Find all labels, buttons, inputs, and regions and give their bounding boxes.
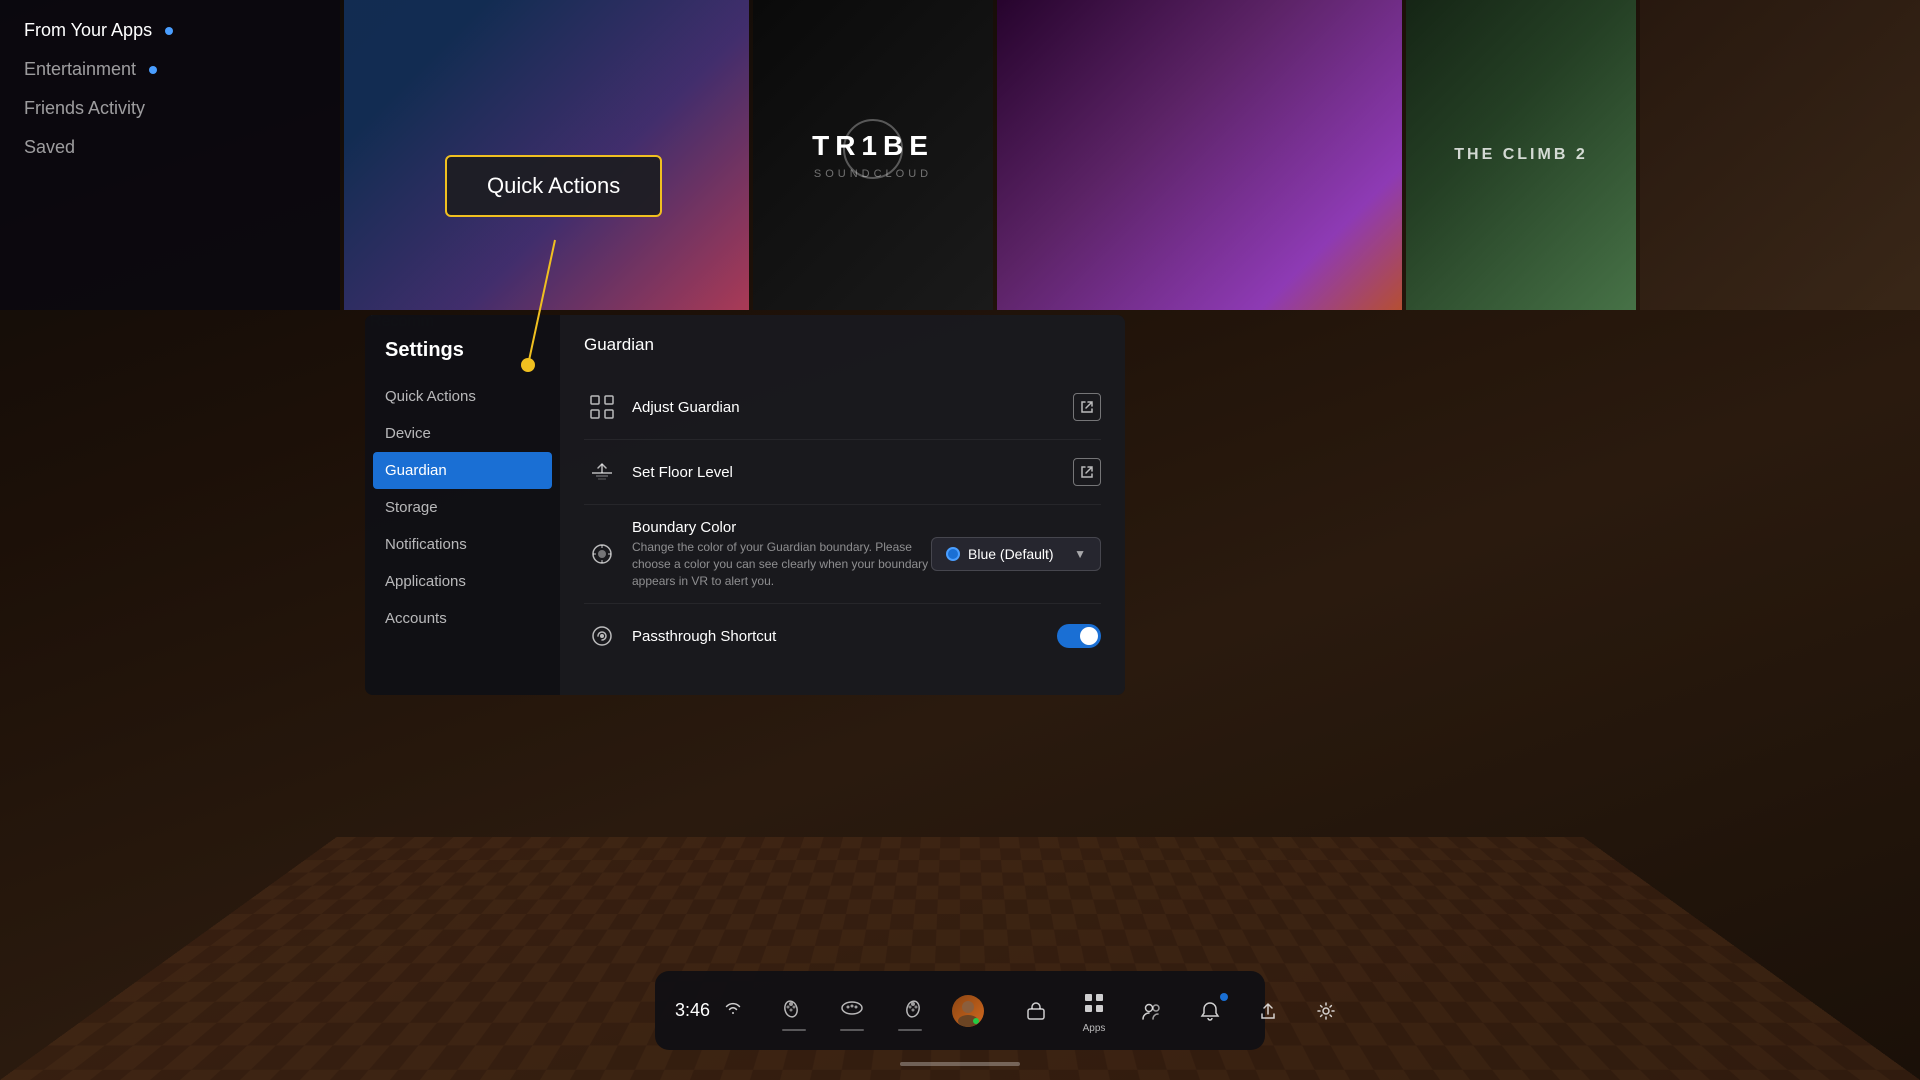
apps-label: Apps bbox=[1083, 1023, 1106, 1034]
settings-panel: Settings Quick Actions Device Guardian S… bbox=[365, 315, 1125, 695]
boundary-color-row: Boundary Color Change the color of your … bbox=[584, 505, 1101, 604]
set-floor-icon bbox=[584, 454, 620, 490]
set-floor-external-link[interactable] bbox=[1073, 458, 1101, 486]
passthrough-text: Passthrough Shortcut bbox=[632, 628, 1057, 645]
settings-title: Settings bbox=[365, 339, 560, 378]
settings-nav-accounts[interactable]: Accounts bbox=[365, 600, 560, 637]
apps-grid-icon bbox=[1078, 987, 1110, 1019]
sidebar-item-entertainment[interactable]: Entertainment bbox=[24, 59, 316, 80]
left-sidebar: From Your Apps Entertainment Friends Act… bbox=[0, 0, 340, 310]
scroll-indicator bbox=[900, 1062, 1020, 1066]
settings-nav-notifications[interactable]: Notifications bbox=[365, 526, 560, 563]
tribe-panel: TR1BE SOUNDCLOUD bbox=[753, 0, 993, 310]
boundary-color-text: Boundary Color Change the color of your … bbox=[632, 519, 931, 589]
bell-icon bbox=[1194, 995, 1226, 1027]
adjust-guardian-row: Adjust Guardian bbox=[584, 375, 1101, 440]
vr-button-middle[interactable] bbox=[828, 987, 876, 1035]
people-button[interactable] bbox=[1128, 991, 1176, 1031]
taskbar-status-icons bbox=[724, 1001, 742, 1020]
notifications-button[interactable] bbox=[1186, 991, 1234, 1031]
settings-nav-device[interactable]: Device bbox=[365, 415, 560, 452]
boundary-color-dot bbox=[946, 547, 960, 561]
sidebar-item-from-your-apps[interactable]: From Your Apps bbox=[24, 20, 316, 41]
climb-panel: THE CLIMB 2 bbox=[1406, 0, 1636, 310]
vr-right-icon bbox=[894, 991, 926, 1023]
entertainment-dot bbox=[149, 66, 157, 74]
share-button[interactable] bbox=[1244, 991, 1292, 1031]
app-panels: From Your Apps Entertainment Friends Act… bbox=[0, 0, 1920, 310]
guardian-section-title: Guardian bbox=[584, 335, 1101, 355]
quick-actions-title: Quick Actions bbox=[487, 173, 620, 198]
share-icon bbox=[1252, 995, 1284, 1027]
toggle-thumb bbox=[1080, 627, 1098, 645]
wifi-icon bbox=[724, 1001, 742, 1020]
vr-left-icon bbox=[778, 991, 810, 1023]
settings-nav-guardian[interactable]: Guardian bbox=[373, 452, 552, 489]
boundary-color-value: Blue (Default) bbox=[968, 546, 1066, 562]
adjust-guardian-icon bbox=[584, 389, 620, 425]
sidebar-item-friends-activity[interactable]: Friends Activity bbox=[24, 98, 316, 119]
vr-right-dots bbox=[898, 1029, 922, 1031]
vr-button-right[interactable] bbox=[886, 987, 934, 1035]
vr-middle-dots bbox=[840, 1029, 864, 1031]
adjust-guardian-external-link[interactable] bbox=[1073, 393, 1101, 421]
settings-nav-storage[interactable]: Storage bbox=[365, 489, 560, 526]
set-floor-label: Set Floor Level bbox=[632, 464, 1073, 481]
vr-button-left[interactable] bbox=[770, 987, 818, 1035]
boundary-color-icon bbox=[584, 536, 620, 572]
vr-left-dots bbox=[782, 1029, 806, 1031]
passthrough-icon bbox=[584, 618, 620, 654]
quick-actions-box: Quick Actions bbox=[445, 155, 662, 217]
boundary-color-label: Boundary Color bbox=[632, 519, 931, 536]
set-floor-text: Set Floor Level bbox=[632, 464, 1073, 481]
right-bg-panel bbox=[1640, 0, 1920, 310]
settings-nav-applications[interactable]: Applications bbox=[365, 563, 560, 600]
taskbar-time: 3:46 bbox=[675, 1000, 710, 1021]
people-icon bbox=[1136, 995, 1168, 1027]
gear-icon bbox=[1310, 995, 1342, 1027]
notification-dot bbox=[1220, 993, 1228, 1001]
settings-nav-quick-actions[interactable]: Quick Actions bbox=[365, 378, 560, 415]
apps-button[interactable]: Apps bbox=[1070, 983, 1118, 1038]
settings-content: Guardian Adjust Guardian bbox=[560, 315, 1125, 695]
tribe-circle bbox=[843, 119, 903, 179]
epic-gradient bbox=[997, 0, 1402, 310]
passthrough-toggle[interactable] bbox=[1057, 624, 1101, 648]
boundary-color-dropdown[interactable]: Blue (Default) ▼ bbox=[931, 537, 1101, 571]
passthrough-shortcut-row: Passthrough Shortcut bbox=[584, 604, 1101, 668]
settings-nav: Settings Quick Actions Device Guardian S… bbox=[365, 315, 560, 695]
store-button[interactable] bbox=[1012, 991, 1060, 1031]
chevron-down-icon: ▼ bbox=[1074, 547, 1086, 561]
avatar-button[interactable] bbox=[944, 991, 992, 1031]
from-your-apps-dot bbox=[165, 27, 173, 35]
adjust-guardian-text: Adjust Guardian bbox=[632, 399, 1073, 416]
settings-button[interactable] bbox=[1302, 991, 1350, 1031]
taskbar: 3:46 bbox=[655, 971, 1265, 1050]
boundary-color-desc: Change the color of your Guardian bounda… bbox=[632, 539, 931, 589]
vr-middle-icon bbox=[836, 991, 868, 1023]
sidebar-item-saved[interactable]: Saved bbox=[24, 137, 316, 158]
climb-title: THE CLIMB 2 bbox=[1454, 146, 1587, 164]
avatar-icon bbox=[952, 995, 984, 1027]
adjust-guardian-label: Adjust Guardian bbox=[632, 399, 1073, 416]
epic-panel bbox=[997, 0, 1402, 310]
set-floor-level-row: Set Floor Level bbox=[584, 440, 1101, 505]
passthrough-label: Passthrough Shortcut bbox=[632, 628, 1057, 645]
store-icon bbox=[1020, 995, 1052, 1027]
